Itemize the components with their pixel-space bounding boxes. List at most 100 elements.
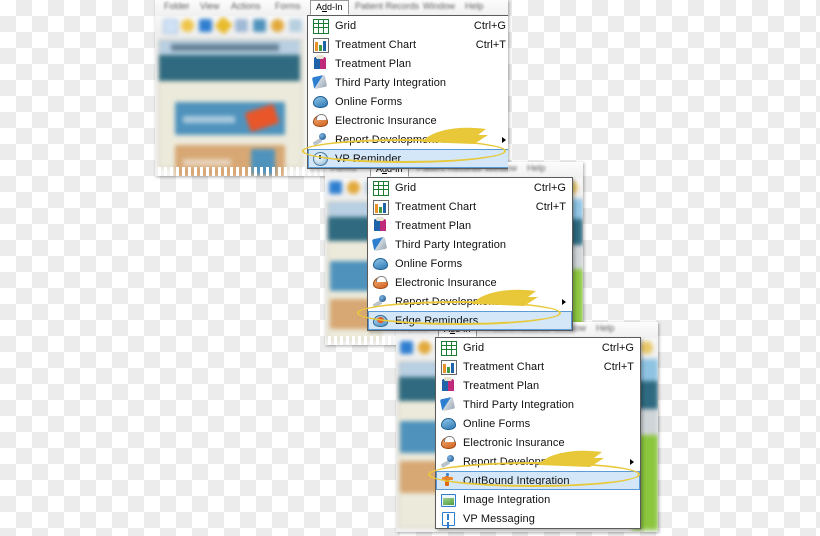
menu-item-label: Grid <box>335 19 357 32</box>
menu-item-electronic-insurance[interactable]: Electronic Insurance <box>436 433 640 452</box>
menu-help-2[interactable]: Help <box>527 163 546 173</box>
third-party-integration-icon <box>311 74 329 90</box>
menu-view-1[interactable]: View <box>200 1 219 11</box>
electronic-insurance-icon <box>440 435 457 450</box>
online-forms-icon <box>440 416 457 431</box>
menu-item-label: Image Integration <box>463 493 551 506</box>
menu-help-1[interactable]: Help <box>465 1 484 11</box>
menu-item-edge-reminders[interactable]: Edge Reminders <box>368 311 572 330</box>
treatment-chart-icon <box>372 199 389 215</box>
menu-item-vp-reminder[interactable]: VP Reminder <box>308 149 508 168</box>
menu-patient-records-1[interactable]: Patient Records <box>355 1 419 11</box>
report-development-tool-icon <box>312 132 329 147</box>
menu-item-label: Electronic Insurance <box>463 436 565 449</box>
menu-item-label: Third Party Integration <box>463 398 575 411</box>
menu-item-label: Treatment Plan <box>395 219 472 232</box>
vp-reminder-icon <box>312 151 329 166</box>
menu-item-shortcut: Ctrl+G <box>601 341 634 354</box>
treatment-chart-icon <box>312 37 329 53</box>
third-party-integration-icon <box>439 396 457 412</box>
menu-item-label: Treatment Chart <box>463 360 545 373</box>
menu-item-label: Online Forms <box>463 417 531 430</box>
menu-item-label: Report Development Tool <box>335 133 462 146</box>
menu-item-label: Treatment Plan <box>335 57 412 70</box>
treatment-plan-icon <box>312 55 329 71</box>
menu-item-label: Treatment Plan <box>463 379 540 392</box>
grid-icon <box>440 340 457 356</box>
report-development-tool-icon <box>372 294 389 309</box>
online-forms-icon <box>372 256 389 271</box>
menu-item-report-development-tool[interactable]: Report Development Tool <box>436 452 640 471</box>
menu-item-online-forms[interactable]: Online Forms <box>368 254 572 273</box>
menu-item-shortcut: Ctrl+T <box>535 200 566 213</box>
menu-item-online-forms[interactable]: Online Forms <box>436 414 640 433</box>
menu-item-label: OutBound Integration <box>463 474 570 487</box>
menu-item-shortcut: Ctrl+G <box>473 19 506 32</box>
menu-forms-1[interactable]: Forms <box>275 1 301 11</box>
menu-item-third-party-integration[interactable]: Third Party Integration <box>368 235 572 254</box>
menu-item-online-forms[interactable]: Online Forms <box>308 92 508 111</box>
edge-reminders-icon <box>372 313 389 328</box>
menu-folder-1[interactable]: Folder <box>164 1 190 11</box>
treatment-plan-icon <box>440 377 457 393</box>
menu-item-treatment-chart[interactable]: Treatment Chart Ctrl+T <box>308 35 508 54</box>
menu-item-treatment-plan[interactable]: Treatment Plan <box>308 54 508 73</box>
menu-addin-1[interactable]: Add-In <box>310 0 349 15</box>
menu-item-label: Report Development Tool <box>463 455 590 468</box>
menu-item-label: VP Reminder <box>335 152 402 165</box>
menu-help-3[interactable]: Help <box>596 323 615 333</box>
screenshot-vp-reminder: Folder View Actions Forms Add-In Patient… <box>155 0 508 176</box>
menu-item-shortcut: Ctrl+T <box>603 360 634 373</box>
vp-messaging-icon <box>440 511 457 526</box>
menu-item-label: Online Forms <box>395 257 463 270</box>
addin-dropdown-2[interactable]: Grid Ctrl+G Treatment Chart Ctrl+T Treatment… <box>367 177 573 331</box>
menu-item-treatment-chart[interactable]: Treatment Chart Ctrl+T <box>436 357 640 376</box>
menu-item-vp-messaging[interactable]: VP Messaging <box>436 509 640 528</box>
menu-item-electronic-insurance[interactable]: Electronic Insurance <box>308 111 508 130</box>
menubar-1: Folder View Actions Forms Add-In Patient… <box>155 0 508 16</box>
menu-item-outbound-integration[interactable]: OutBound Integration <box>436 471 640 490</box>
menu-item-label: Grid <box>395 181 417 194</box>
outbound-integration-icon <box>440 473 457 488</box>
menu-item-shortcut: Ctrl+G <box>533 181 566 194</box>
menu-item-label: Online Forms <box>335 95 403 108</box>
grid-icon <box>372 180 389 196</box>
submenu-arrow-icon <box>502 136 506 143</box>
menu-item-label: Report Development Tool <box>395 295 522 308</box>
menu-item-treatment-plan[interactable]: Treatment Plan <box>436 376 640 395</box>
menu-item-shortcut: Ctrl+T <box>475 38 506 51</box>
online-forms-icon <box>312 94 329 109</box>
menu-item-image-integration[interactable]: Image Integration <box>436 490 640 509</box>
menu-item-treatment-chart[interactable]: Treatment Chart Ctrl+T <box>368 197 572 216</box>
menu-item-grid[interactable]: Grid Ctrl+G <box>368 178 572 197</box>
addin-dropdown-1[interactable]: Grid Ctrl+G Treatment Chart Ctrl+T Treatment… <box>307 15 508 169</box>
menu-item-label: Treatment Chart <box>395 200 477 213</box>
screenshot-edge-reminders: Forms Add-In Patient Records Window Help… <box>325 162 583 345</box>
menu-item-third-party-integration[interactable]: Third Party Integration <box>436 395 640 414</box>
menu-item-label: VP Messaging <box>463 512 535 525</box>
screenshot-outbound-integration: Forms Add-In Patient Records Window Help… <box>396 322 658 532</box>
electronic-insurance-icon <box>372 275 389 290</box>
menu-item-electronic-insurance[interactable]: Electronic Insurance <box>368 273 572 292</box>
menu-item-label: Third Party Integration <box>335 76 447 89</box>
menu-item-label: Edge Reminders <box>395 314 479 327</box>
menu-actions-1[interactable]: Actions <box>231 1 261 11</box>
menu-item-label: Electronic Insurance <box>335 114 437 127</box>
menu-item-grid[interactable]: Grid Ctrl+G <box>308 16 508 35</box>
submenu-arrow-icon <box>562 298 566 305</box>
menu-item-report-development-tool[interactable]: Report Development Tool <box>308 130 508 149</box>
menu-item-label: Treatment Chart <box>335 38 417 51</box>
treatment-plan-icon <box>372 217 389 233</box>
grid-icon <box>312 18 329 34</box>
menu-window-1[interactable]: Window <box>423 1 455 11</box>
electronic-insurance-icon <box>312 113 329 128</box>
third-party-integration-icon <box>371 236 389 252</box>
menu-item-treatment-plan[interactable]: Treatment Plan <box>368 216 572 235</box>
menu-item-label: Electronic Insurance <box>395 276 497 289</box>
menu-item-third-party-integration[interactable]: Third Party Integration <box>308 73 508 92</box>
addin-dropdown-3[interactable]: Grid Ctrl+G Treatment Chart Ctrl+T Treatment… <box>435 337 641 529</box>
menu-item-grid[interactable]: Grid Ctrl+G <box>436 338 640 357</box>
image-integration-icon <box>440 492 457 507</box>
menu-item-report-development-tool[interactable]: Report Development Tool <box>368 292 572 311</box>
report-development-tool-icon <box>440 454 457 469</box>
